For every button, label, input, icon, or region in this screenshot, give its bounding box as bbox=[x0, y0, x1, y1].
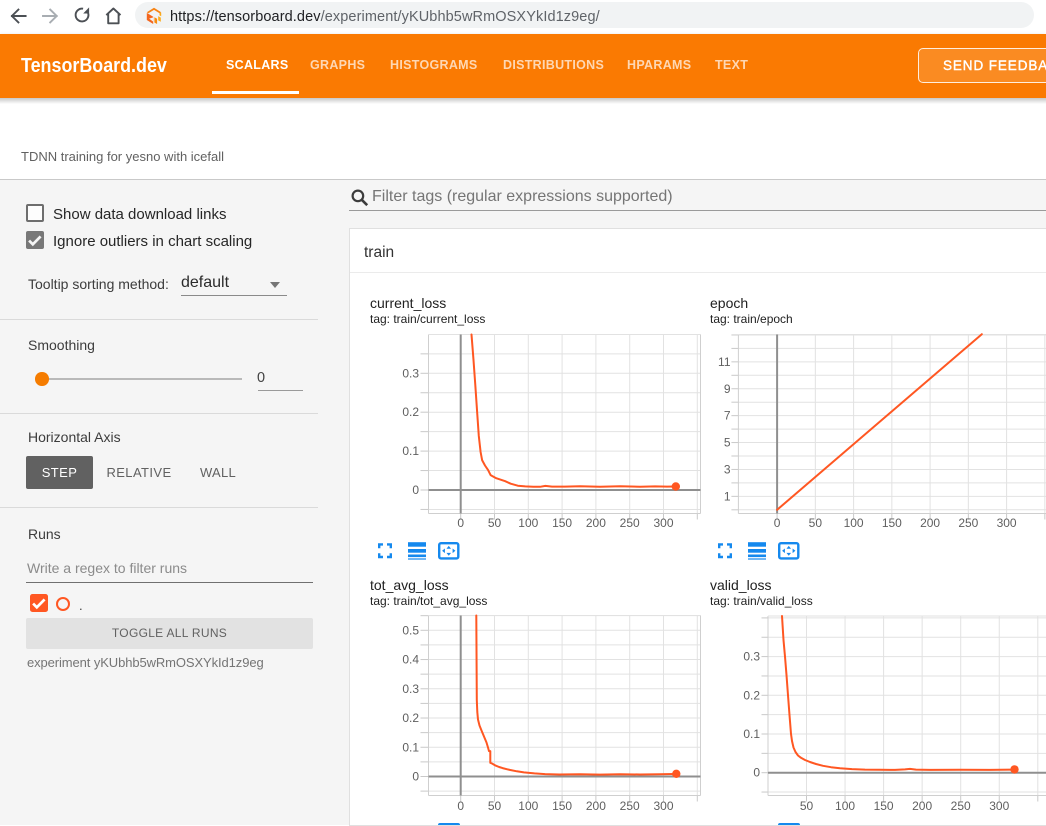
svg-text:0.2: 0.2 bbox=[402, 711, 419, 725]
svg-text:0: 0 bbox=[412, 483, 419, 497]
svg-text:0.3: 0.3 bbox=[743, 650, 760, 664]
svg-text:250: 250 bbox=[620, 516, 640, 530]
svg-text:5: 5 bbox=[724, 436, 731, 450]
svg-text:300: 300 bbox=[997, 516, 1017, 530]
svg-text:0.4: 0.4 bbox=[402, 653, 419, 667]
svg-text:150: 150 bbox=[552, 516, 572, 530]
svg-text:100: 100 bbox=[844, 516, 864, 530]
svg-text:0.1: 0.1 bbox=[402, 444, 419, 458]
svg-text:7: 7 bbox=[724, 409, 731, 423]
svg-text:0.5: 0.5 bbox=[402, 623, 419, 637]
svg-text:0: 0 bbox=[412, 770, 419, 784]
svg-text:150: 150 bbox=[874, 799, 894, 813]
svg-text:0: 0 bbox=[457, 516, 464, 530]
svg-text:250: 250 bbox=[958, 516, 978, 530]
svg-text:50: 50 bbox=[488, 516, 502, 530]
svg-text:100: 100 bbox=[518, 799, 538, 813]
svg-text:0: 0 bbox=[457, 799, 464, 813]
svg-text:150: 150 bbox=[552, 799, 572, 813]
svg-text:50: 50 bbox=[488, 799, 502, 813]
svg-text:1: 1 bbox=[724, 489, 731, 503]
svg-text:3: 3 bbox=[724, 462, 731, 476]
svg-text:200: 200 bbox=[586, 799, 606, 813]
svg-text:0.2: 0.2 bbox=[402, 405, 419, 419]
svg-text:0.1: 0.1 bbox=[743, 727, 760, 741]
svg-text:250: 250 bbox=[620, 799, 640, 813]
svg-text:100: 100 bbox=[835, 799, 855, 813]
svg-text:0.3: 0.3 bbox=[402, 366, 419, 380]
svg-text:300: 300 bbox=[989, 799, 1009, 813]
svg-text:0: 0 bbox=[753, 766, 760, 780]
svg-text:50: 50 bbox=[800, 799, 814, 813]
svg-text:300: 300 bbox=[653, 799, 673, 813]
svg-text:100: 100 bbox=[518, 516, 538, 530]
svg-text:9: 9 bbox=[724, 382, 731, 396]
svg-text:0.2: 0.2 bbox=[743, 688, 760, 702]
svg-text:200: 200 bbox=[586, 516, 606, 530]
svg-text:150: 150 bbox=[882, 516, 902, 530]
svg-text:0: 0 bbox=[774, 516, 781, 530]
svg-text:0.1: 0.1 bbox=[402, 740, 419, 754]
svg-text:50: 50 bbox=[809, 516, 823, 530]
svg-text:300: 300 bbox=[653, 516, 673, 530]
svg-text:11: 11 bbox=[718, 355, 731, 369]
svg-text:200: 200 bbox=[912, 799, 932, 813]
svg-text:250: 250 bbox=[951, 799, 971, 813]
svg-text:200: 200 bbox=[920, 516, 940, 530]
svg-text:0.3: 0.3 bbox=[402, 682, 419, 696]
